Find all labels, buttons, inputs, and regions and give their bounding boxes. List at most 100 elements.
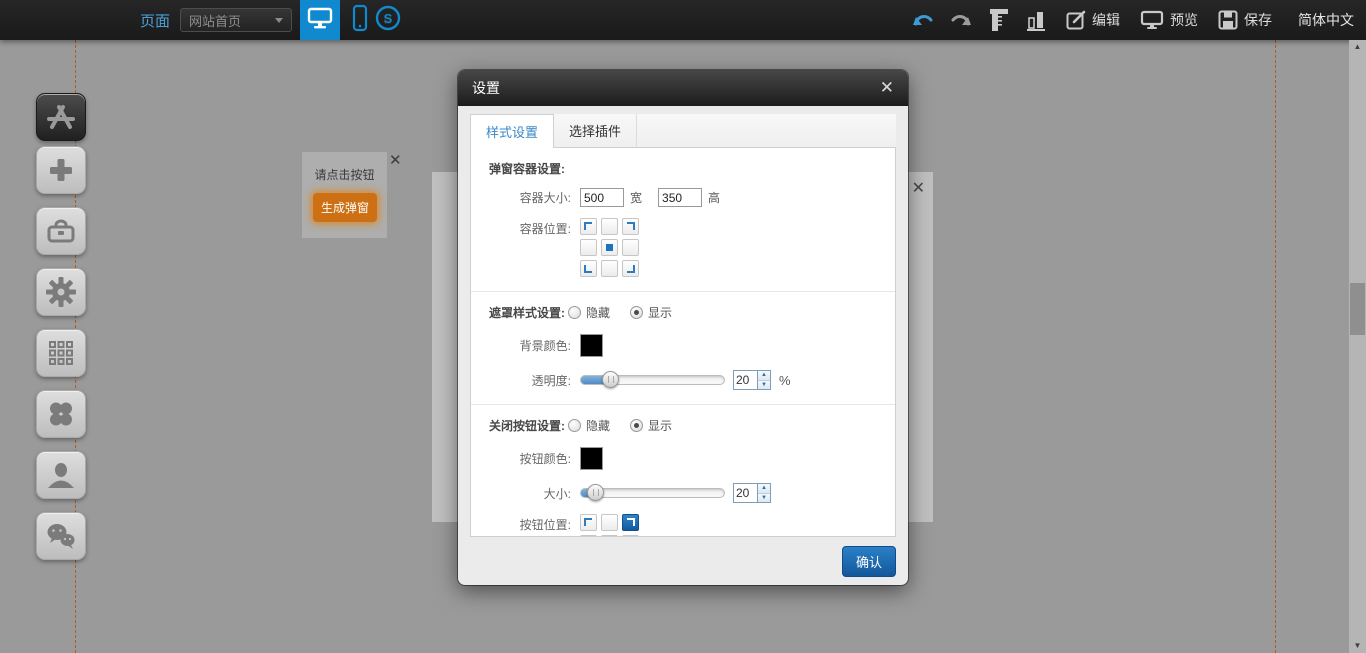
generate-popup-button[interactable]: 生成弹窗 <box>313 193 377 222</box>
position-cell-center-selected[interactable] <box>601 239 618 256</box>
size-spinner[interactable]: ▲ ▼ <box>757 484 770 502</box>
sidebar-item-toolbox[interactable] <box>36 207 86 255</box>
page-select-value: 网站首页 <box>189 11 275 30</box>
edit-button[interactable]: 编辑 <box>1066 10 1120 30</box>
dialog-header[interactable]: 设置 ✕ <box>458 70 908 106</box>
position-cell-bottom-center[interactable] <box>601 260 618 277</box>
opacity-slider-thumb[interactable] <box>602 371 619 388</box>
dialog-close-icon[interactable]: ✕ <box>880 78 894 98</box>
position-cell-top-left[interactable] <box>580 218 597 235</box>
dialog-footer: 确认 <box>458 537 908 585</box>
theme-skin-button[interactable]: S <box>384 17 391 24</box>
close-button-section-heading: 关闭按钮设置: <box>471 417 568 434</box>
sidebar-item-wechat[interactable] <box>36 512 86 560</box>
position-cell-middle-left[interactable] <box>580 239 597 256</box>
vertical-scrollbar[interactable]: ▲ ▼ <box>1349 40 1366 653</box>
btn-position-cell-top-right-selected[interactable] <box>622 514 639 531</box>
opacity-value-input[interactable] <box>734 371 757 389</box>
close-button-size-label: 大小: <box>471 485 571 502</box>
save-button[interactable]: 保存 <box>1218 10 1272 30</box>
btn-position-cell-top-center[interactable] <box>601 514 618 531</box>
container-section-heading: 弹窗容器设置: <box>471 160 568 177</box>
user-icon <box>46 460 76 490</box>
page-label: 页面 <box>140 10 170 31</box>
mask-hide-option[interactable]: 隐藏 <box>568 304 610 321</box>
sidebar-item-plugins[interactable] <box>36 390 86 438</box>
opacity-slider[interactable] <box>580 375 725 385</box>
tab-style-settings[interactable]: 样式设置 <box>470 114 554 148</box>
undo-button[interactable] <box>912 11 934 29</box>
dialog-tabbar: 样式设置 选择插件 <box>470 114 896 148</box>
edit-pencil-icon <box>1066 10 1086 30</box>
redo-button[interactable] <box>950 11 972 29</box>
language-switch[interactable]: 简体中文 <box>1298 10 1354 30</box>
toolbar-right-group: 编辑 预览 保存 简体中文 <box>896 7 1354 33</box>
mask-bg-color-label: 背景颜色: <box>471 337 571 354</box>
tab-choose-plugin[interactable]: 选择插件 <box>554 114 637 147</box>
preview-close-icon[interactable]: ✕ <box>912 181 925 197</box>
close-button-show-option[interactable]: 显示 <box>630 417 672 434</box>
page-select-dropdown[interactable]: 网站首页 <box>180 8 292 32</box>
grid-modules-icon <box>46 338 76 368</box>
style-settings-panel: 弹窗容器设置: 容器大小: 宽 高 容器位置: 遮 <box>470 148 896 537</box>
undo-icon <box>912 11 934 29</box>
ruler-button[interactable] <box>988 7 1010 33</box>
redo-icon <box>950 11 972 29</box>
size-slider-thumb[interactable] <box>587 484 604 501</box>
settings-dialog: 设置 ✕ 样式设置 选择插件 弹窗容器设置: 容器大小: 宽 高 容器位置: <box>458 70 908 585</box>
mask-color-swatch[interactable] <box>580 334 603 357</box>
sidebar-item-modules[interactable] <box>36 329 86 377</box>
close-button-hide-option[interactable]: 隐藏 <box>568 417 610 434</box>
position-cell-middle-right[interactable] <box>622 239 639 256</box>
toolbar-left-group: 页面 网站首页 S <box>140 0 391 40</box>
opacity-spinner[interactable]: ▲ ▼ <box>757 371 770 389</box>
sidebar-item-settings[interactable] <box>36 268 86 316</box>
clover-plugins-icon <box>46 399 76 429</box>
statistics-button[interactable] <box>1026 8 1046 32</box>
position-cell-bottom-left[interactable] <box>580 260 597 277</box>
ruler-icon <box>988 7 1010 33</box>
sidebar-item-add[interactable] <box>36 146 86 194</box>
spin-up-icon[interactable]: ▲ <box>758 484 770 493</box>
close-button-color-swatch[interactable] <box>580 447 603 470</box>
btn-position-cell-top-left[interactable] <box>580 514 597 531</box>
confirm-button[interactable]: 确认 <box>842 546 896 577</box>
scrollbar-thumb[interactable] <box>1350 283 1365 335</box>
radio-checked-icon <box>630 419 643 432</box>
sidebar-item-user[interactable] <box>36 451 86 499</box>
container-height-input[interactable] <box>658 188 702 207</box>
mask-section-heading: 遮罩样式设置: <box>471 304 568 321</box>
plus-icon <box>46 155 76 185</box>
widget-close-icon[interactable]: ✕ <box>389 153 402 168</box>
container-width-input[interactable] <box>580 188 624 207</box>
spin-down-icon[interactable]: ▼ <box>758 380 770 390</box>
close-button-size-slider[interactable] <box>580 488 725 498</box>
corner-bottom-right-icon <box>627 265 635 273</box>
width-unit-label: 宽 <box>630 189 642 206</box>
close-button-hide-label: 隐藏 <box>586 417 610 434</box>
s-circle-icon: S <box>374 4 402 37</box>
size-value-input[interactable] <box>734 484 757 502</box>
preview-label: 预览 <box>1170 10 1198 30</box>
spin-up-icon[interactable]: ▲ <box>758 371 770 380</box>
scroll-down-arrow-icon[interactable]: ▼ <box>1349 639 1366 653</box>
container-position-grid <box>580 218 639 277</box>
mask-show-option[interactable]: 显示 <box>630 304 672 321</box>
corner-top-right-icon <box>627 518 635 526</box>
position-cell-bottom-right[interactable] <box>622 260 639 277</box>
scroll-up-arrow-icon[interactable]: ▲ <box>1349 40 1366 54</box>
preview-monitor-icon <box>1140 10 1164 30</box>
container-size-label: 容器大小: <box>471 189 571 206</box>
smartphone-icon <box>351 4 369 37</box>
desktop-view-button[interactable] <box>300 0 340 40</box>
spin-down-icon[interactable]: ▼ <box>758 493 770 503</box>
popup-trigger-widget[interactable]: 请点击按钮 生成弹窗 <box>302 152 387 238</box>
preview-button[interactable]: 预览 <box>1140 10 1198 30</box>
container-position-label: 容器位置: <box>471 220 571 237</box>
save-label: 保存 <box>1244 10 1272 30</box>
widget-hint-text: 请点击按钮 <box>302 166 387 183</box>
position-cell-top-right[interactable] <box>622 218 639 235</box>
top-toolbar: 页面 网站首页 S <box>0 0 1366 40</box>
position-cell-top-center[interactable] <box>601 218 618 235</box>
sidebar-item-design[interactable] <box>36 93 86 141</box>
